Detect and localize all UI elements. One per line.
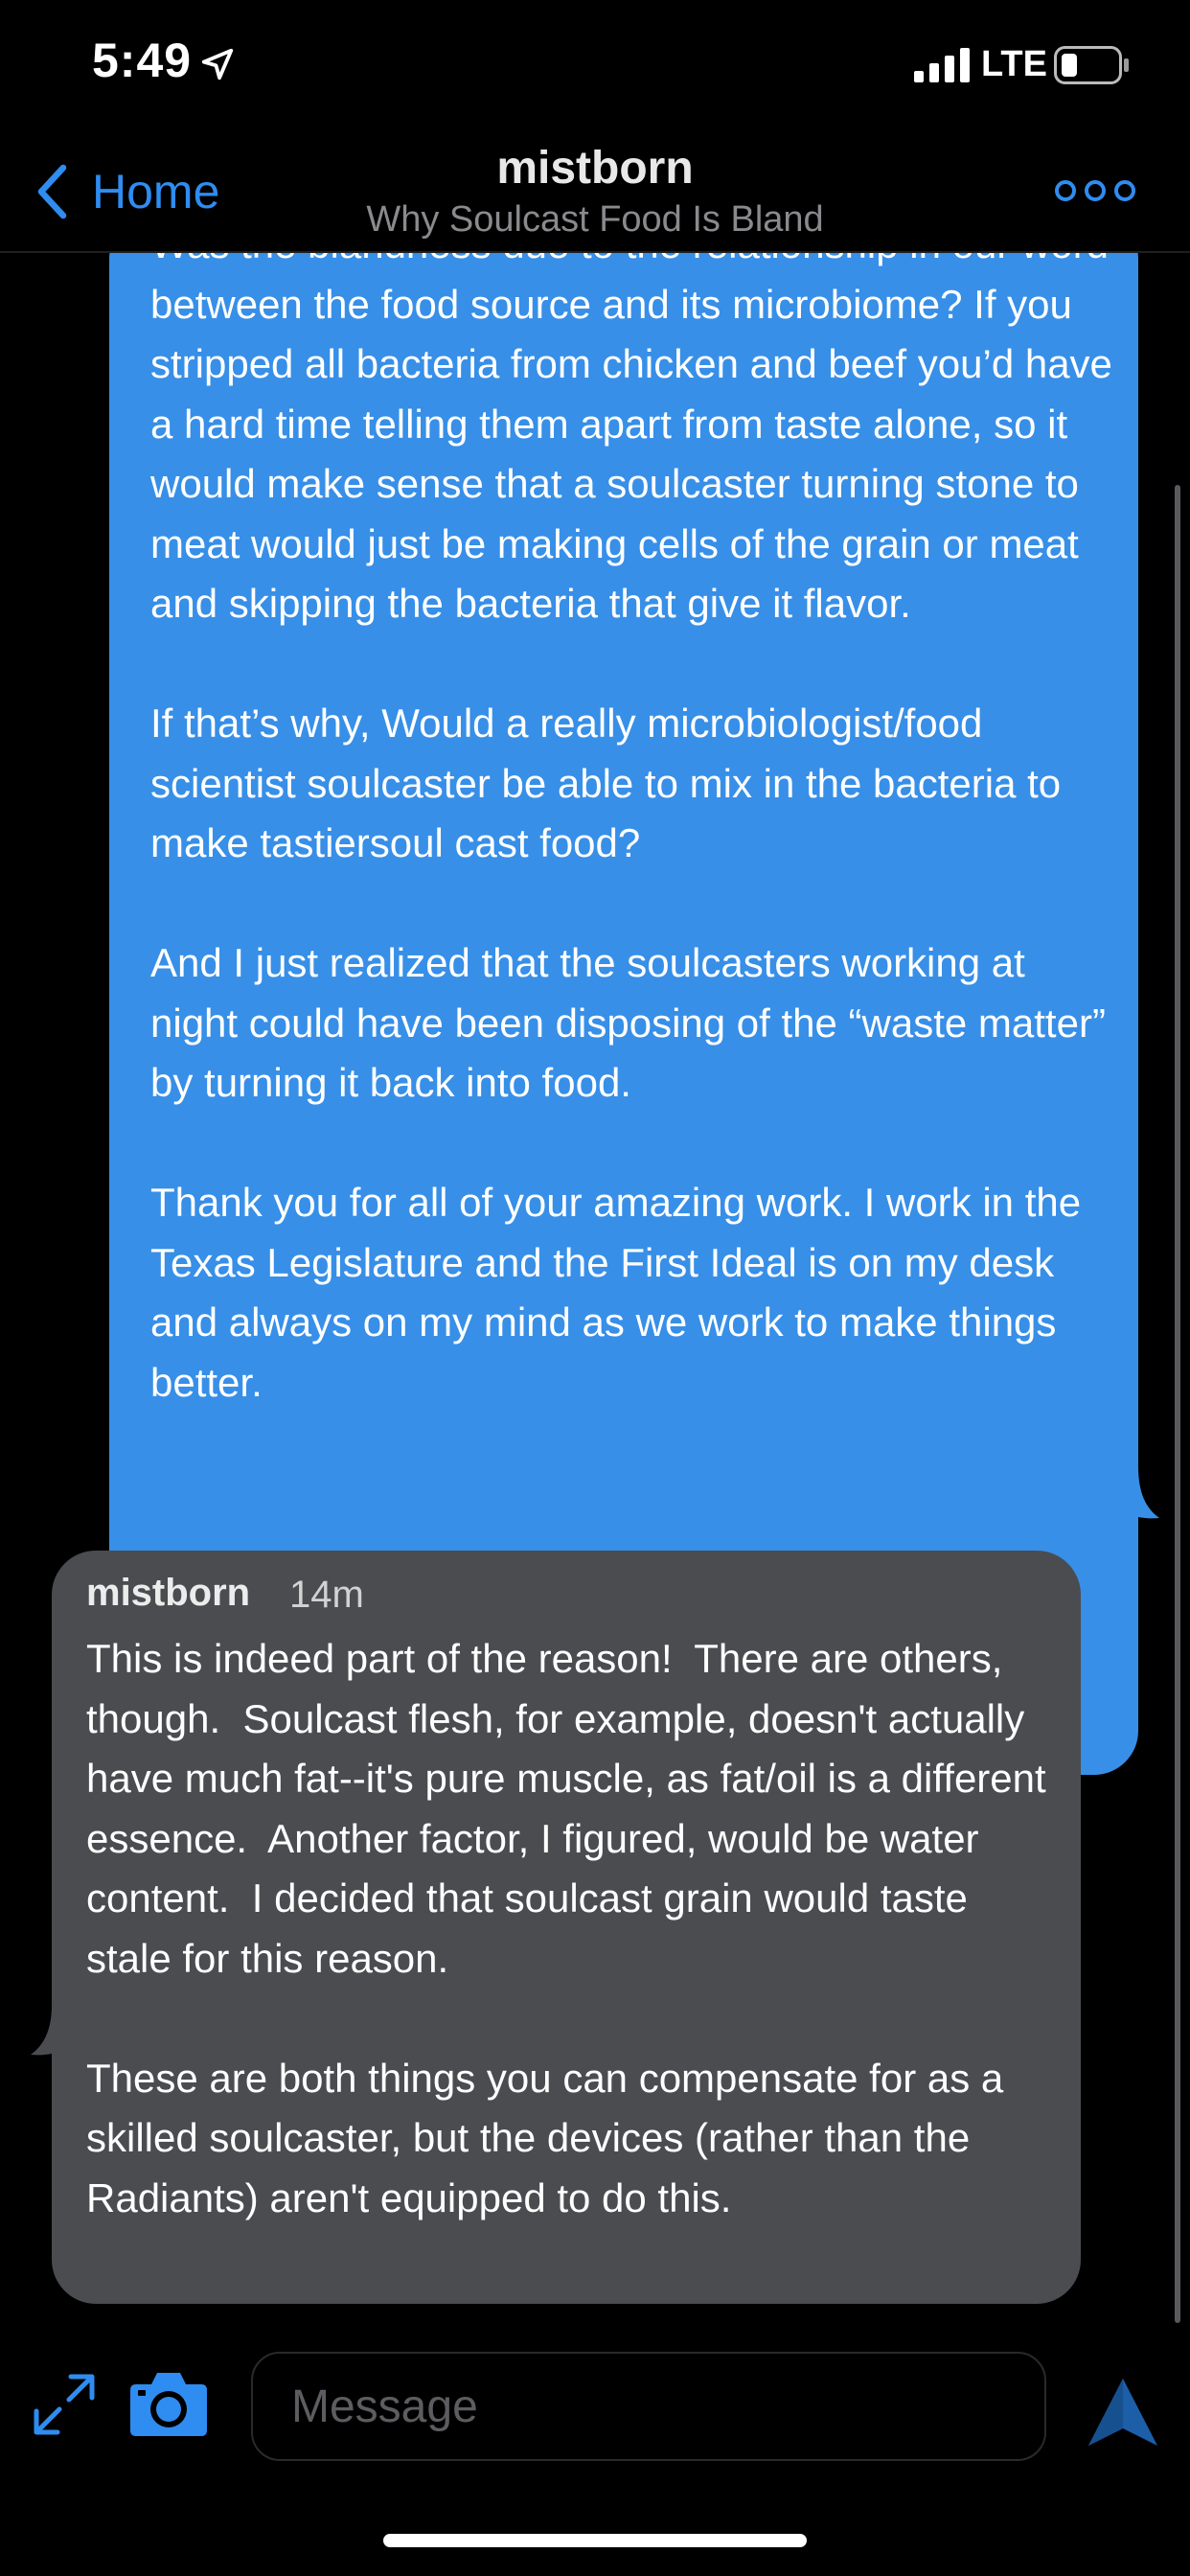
- message-author: mistborn: [86, 1572, 251, 1614]
- incoming-message-text: This is indeed part of the reason! There…: [86, 1636, 1046, 2220]
- location-arrow-icon: [201, 48, 234, 80]
- conversation-subtitle: Why Soulcast Food Is Bland: [366, 199, 824, 240]
- outgoing-message-bubble[interactable]: Was the blandness due to the relationshi…: [109, 253, 1138, 1775]
- cellular-signal-icon: [914, 48, 970, 82]
- camera-icon[interactable]: [128, 2369, 209, 2438]
- incoming-bubble-tail: [31, 2005, 79, 2056]
- chat-screen: 5:49 LTE Home mistborn Why Soulcast Food…: [0, 0, 1190, 2576]
- more-options-icon[interactable]: [1054, 169, 1136, 213]
- status-time: 5:49: [92, 34, 193, 87]
- outgoing-bubble-tail: [1111, 1466, 1159, 1519]
- network-type: LTE: [981, 44, 1047, 84]
- conversation-header: Home mistborn Why Soulcast Food Is Bland: [0, 134, 1190, 253]
- send-icon[interactable]: [1087, 2377, 1159, 2448]
- message-input[interactable]: [251, 2352, 1046, 2461]
- message-timestamp: 14m: [289, 1574, 364, 1616]
- message-composer: [0, 2342, 1190, 2476]
- incoming-message-bubble[interactable]: mistborn 14m This is indeed part of the …: [52, 1551, 1081, 2304]
- scrollbar[interactable]: [1175, 485, 1180, 2323]
- battery-low-icon: [1054, 46, 1129, 84]
- home-indicator[interactable]: [383, 2534, 807, 2547]
- status-bar: 5:49 LTE: [0, 0, 1190, 134]
- outgoing-message-text: Was the blandness due to the relationshi…: [150, 253, 1112, 1405]
- expand-icon[interactable]: [31, 2371, 98, 2438]
- message-thread[interactable]: Was the blandness due to the relationshi…: [0, 253, 1190, 2342]
- conversation-title: mistborn: [496, 143, 694, 194]
